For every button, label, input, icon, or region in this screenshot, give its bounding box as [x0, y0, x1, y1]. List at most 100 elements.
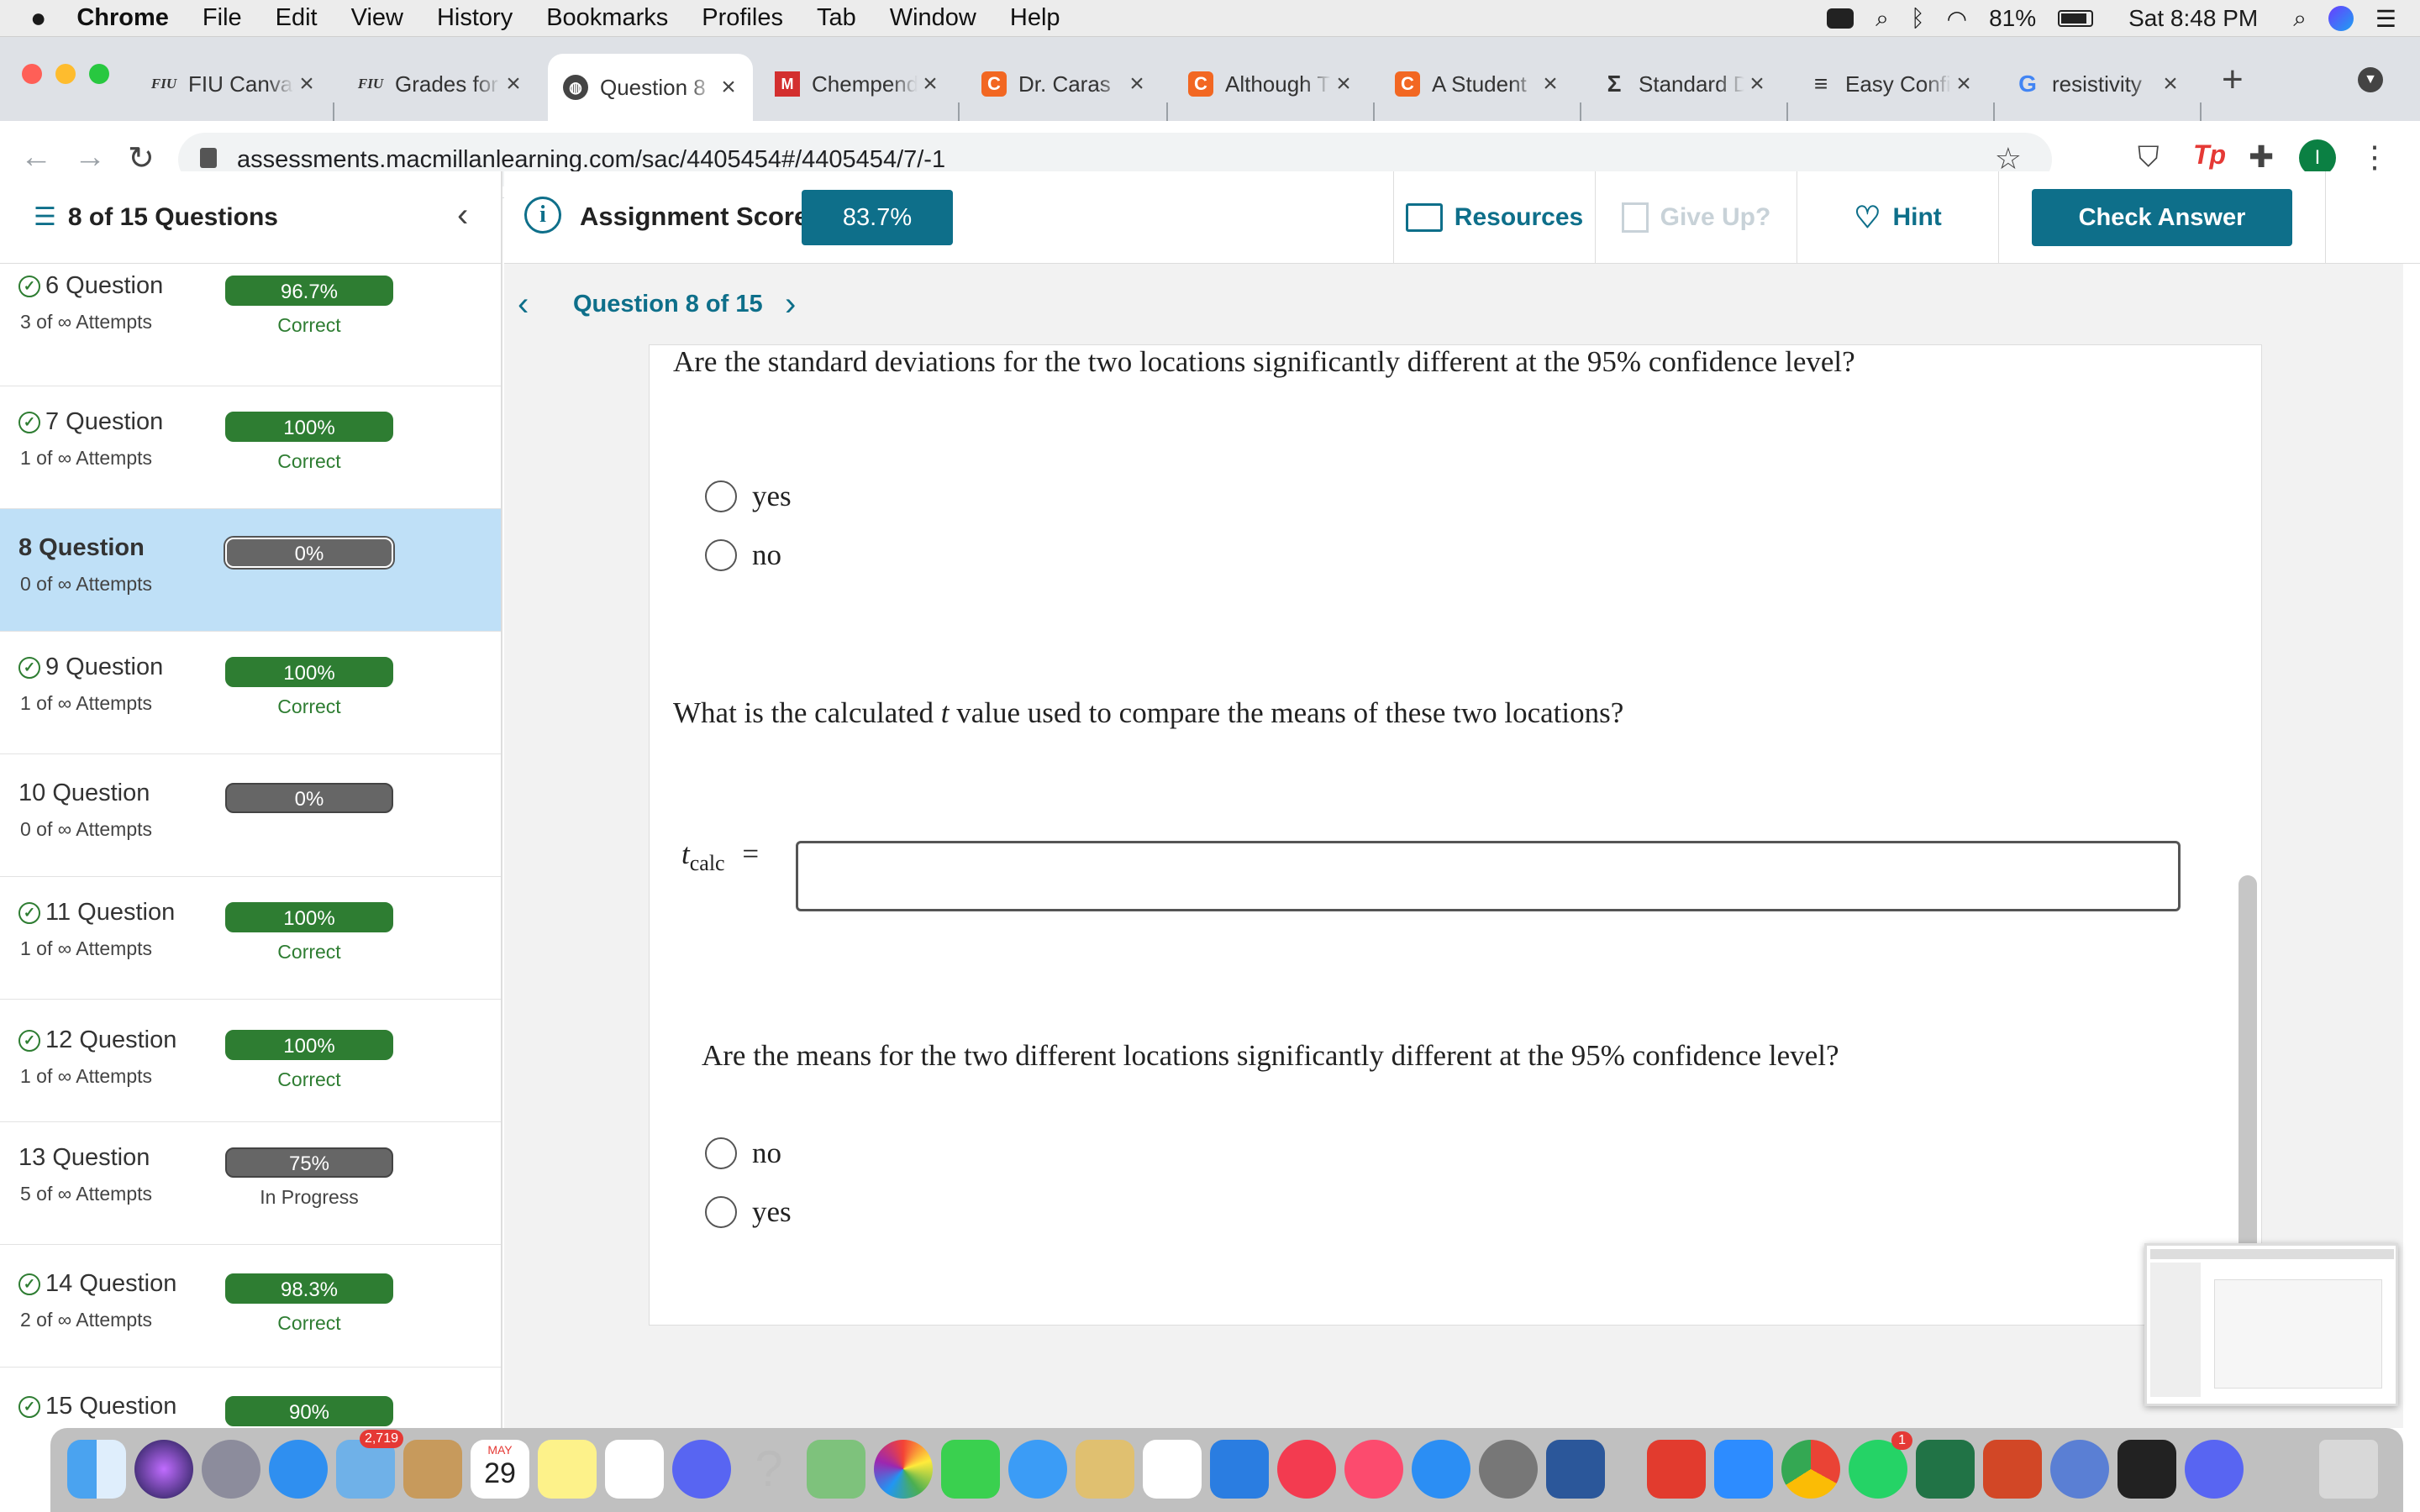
chrome-menu-icon[interactable]: ⋮ [2360, 139, 2390, 175]
notes-icon[interactable] [538, 1440, 597, 1499]
question-row[interactable]: ✓ 9 Question 1 of ∞ Attempts 100% Correct [0, 632, 501, 754]
mail-icon[interactable]: 2,719 [336, 1430, 403, 1499]
question-row[interactable]: ✓ 11 Question 1 of ∞ Attempts 100% Correct [0, 877, 501, 1000]
close-icon[interactable]: × [716, 73, 741, 102]
discord-icon[interactable] [672, 1440, 731, 1499]
radio-button[interactable] [705, 480, 737, 512]
whatsapp-icon[interactable]: 1 [1849, 1431, 1912, 1499]
check-answer-button[interactable]: Check Answer [2032, 189, 2292, 246]
extension-tp-icon[interactable]: Tp [2193, 139, 2226, 171]
window-minimize-button[interactable] [55, 64, 76, 84]
trash-icon[interactable] [2319, 1440, 2378, 1499]
menu-help[interactable]: Help [1010, 4, 1060, 32]
clock[interactable]: Sat 8:48 PM [2128, 5, 2258, 32]
tab-question-8[interactable]: ◍ Question 8 × [548, 54, 753, 121]
tab-resistivity[interactable]: G resistivity × [2000, 54, 2195, 114]
apple-icon[interactable]: ● [30, 3, 46, 34]
option-no-std-dev[interactable]: no [705, 538, 781, 572]
extensions-puzzle-icon[interactable]: ✚ [2249, 139, 2274, 175]
tab-grades[interactable]: FIU Grades for × [343, 54, 538, 114]
screenshot-thumbnail[interactable] [2144, 1243, 2398, 1406]
question-row[interactable]: ✓ 6 Question 3 of ∞ Attempts 96.7% Correct [0, 264, 501, 386]
collapse-panel-icon[interactable]: ‹ [457, 197, 468, 234]
option-yes-means[interactable]: yes [705, 1195, 792, 1229]
tab-a-student[interactable]: C A Student × [1380, 54, 1575, 114]
powerpoint-icon[interactable] [1983, 1440, 2042, 1499]
question-row[interactable]: ✓ 14 Question 2 of ∞ Attempts 98.3% Correct [0, 1245, 501, 1368]
system-preferences-icon[interactable] [1479, 1440, 1538, 1499]
close-icon[interactable]: × [294, 70, 319, 98]
tab-dr-caras[interactable]: C Dr. Caras × [966, 54, 1161, 114]
contacts-icon[interactable] [403, 1440, 462, 1499]
battery-icon[interactable] [2058, 10, 2094, 27]
tab-easy-confidence[interactable]: ≡ Easy Confi × [1793, 54, 1988, 114]
menu-window[interactable]: Window [890, 4, 976, 32]
option-no-means[interactable]: no [705, 1137, 781, 1170]
search-icon[interactable]: ⌕ [2293, 5, 2307, 33]
option-yes-std-dev[interactable]: yes [705, 480, 792, 513]
menu-file[interactable]: File [203, 4, 242, 32]
menu-app-name[interactable]: Chrome [76, 4, 169, 32]
tab-although[interactable]: C Although T × [1173, 54, 1368, 114]
launchpad-icon[interactable] [202, 1440, 260, 1499]
safari-icon[interactable] [269, 1440, 328, 1499]
close-icon[interactable]: × [1124, 70, 1150, 98]
menu-tab[interactable]: Tab [817, 4, 856, 32]
prev-question-icon[interactable]: ‹ [518, 286, 529, 323]
hint-button[interactable]: ♡ Hint [1797, 171, 1998, 264]
close-icon[interactable]: × [1951, 70, 1976, 98]
close-icon[interactable]: × [501, 70, 526, 98]
close-icon[interactable]: × [918, 70, 943, 98]
maps-icon[interactable] [807, 1440, 865, 1499]
extension-shield-icon[interactable]: ⛉ [2138, 141, 2160, 174]
radio-button[interactable] [705, 539, 737, 571]
wifi-icon[interactable]: ◠ [1947, 5, 1967, 33]
menu-edit[interactable]: Edit [276, 4, 318, 32]
back-icon[interactable]: ← [20, 139, 52, 176]
chrome-icon[interactable] [1781, 1440, 1840, 1499]
tab-search-icon[interactable]: ▼ [2358, 67, 2383, 92]
photos-icon[interactable] [874, 1440, 933, 1499]
close-icon[interactable]: × [2158, 70, 2183, 98]
keynote-icon[interactable] [1210, 1440, 1269, 1499]
tab-fiu-canvas[interactable]: FIU FIU Canvas × [136, 54, 331, 114]
numbers-icon[interactable] [1143, 1440, 1202, 1499]
question-row[interactable]: 13 Question 5 of ∞ Attempts 75% In Progress [0, 1122, 501, 1245]
window-close-button[interactable] [22, 64, 42, 84]
app-store-icon[interactable] [1412, 1440, 1470, 1499]
new-tab-icon[interactable]: + [2222, 59, 2244, 101]
question-row[interactable]: 8 Question 0 of ∞ Attempts 0% [0, 509, 501, 632]
finder-icon[interactable] [67, 1440, 126, 1499]
resources-button[interactable]: Resources [1393, 171, 1595, 264]
news-icon[interactable] [1277, 1440, 1336, 1499]
menu-bookmarks[interactable]: Bookmarks [546, 4, 668, 32]
lock-icon[interactable] [200, 148, 217, 168]
spotlight-extra-icon[interactable]: ⌕ [1876, 5, 1889, 33]
reminders-icon[interactable] [605, 1440, 664, 1499]
info-icon[interactable]: i [524, 197, 561, 234]
close-icon[interactable]: × [1538, 70, 1563, 98]
zoom-icon[interactable] [1714, 1440, 1773, 1499]
next-question-icon[interactable]: › [785, 286, 796, 323]
siri-app-icon[interactable] [134, 1440, 193, 1499]
tcalc-input[interactable] [796, 841, 2181, 911]
forward-icon[interactable]: → [74, 139, 106, 176]
excel-icon[interactable] [1916, 1440, 1975, 1499]
menu-history[interactable]: History [437, 4, 513, 32]
siri-icon[interactable] [2328, 6, 2354, 31]
radio-button[interactable] [705, 1196, 737, 1228]
question-row[interactable]: 10 Question 0 of ∞ Attempts 0% [0, 754, 501, 877]
music-icon[interactable] [1344, 1440, 1403, 1499]
tab-chempendix[interactable]: M Chempendix × [760, 54, 955, 114]
bluetooth-icon[interactable]: ᛒ [1911, 5, 1925, 32]
messages-icon[interactable] [1008, 1440, 1067, 1499]
menu-view[interactable]: View [351, 4, 403, 32]
tab-standard-deviation[interactable]: Σ Standard D × [1586, 54, 1781, 114]
help-icon[interactable]: ? [739, 1440, 798, 1499]
discord-alt-icon[interactable] [2185, 1440, 2244, 1499]
activity-monitor-icon[interactable] [2118, 1440, 2176, 1499]
close-icon[interactable]: × [1744, 70, 1770, 98]
camera-icon[interactable] [1827, 8, 1854, 29]
close-icon[interactable]: × [1331, 70, 1356, 98]
preview-icon[interactable] [1076, 1440, 1134, 1499]
